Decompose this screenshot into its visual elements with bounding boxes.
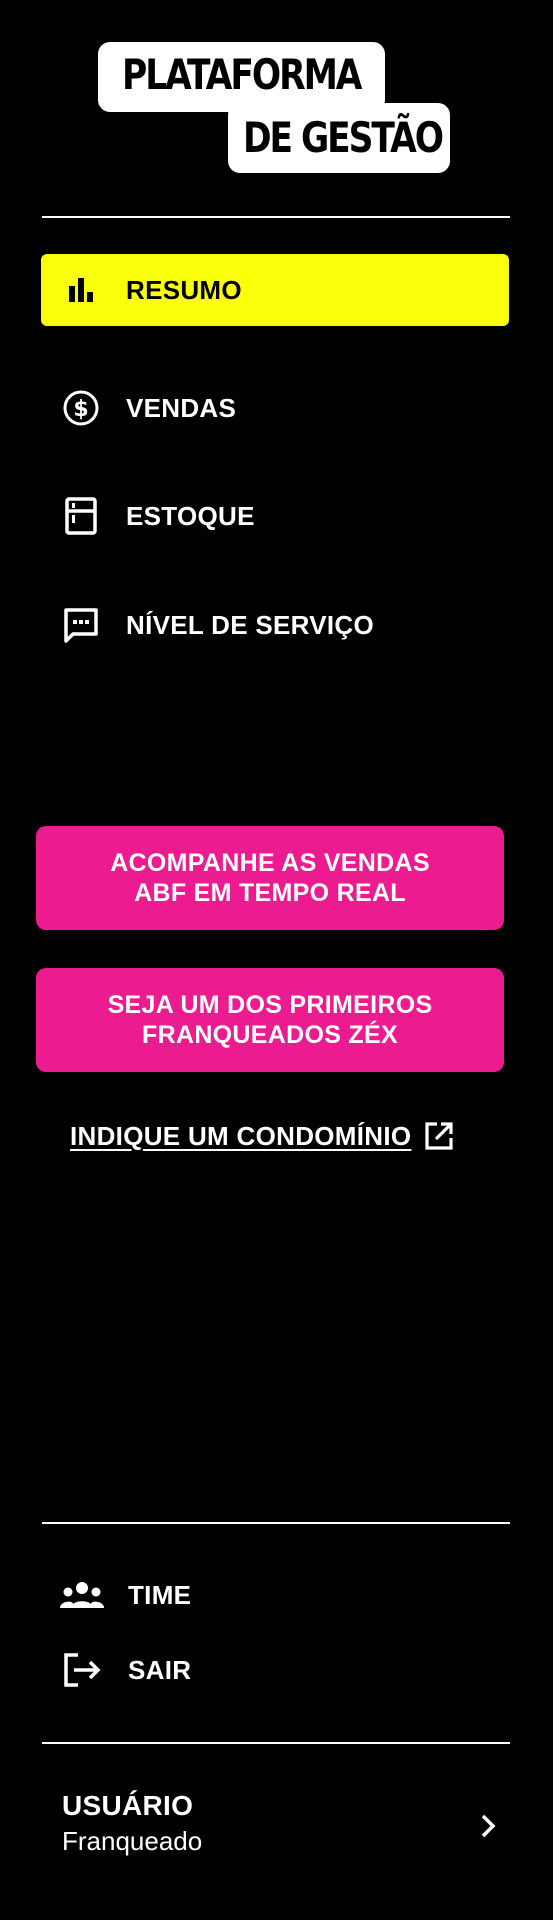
chevron-right-icon (474, 1812, 502, 1840)
cta-zex-line-1: SEJA UM DOS PRIMEIROS (107, 991, 433, 1019)
group-icon (58, 1575, 106, 1615)
divider-bottom (42, 1522, 510, 1524)
bar-chart-icon (61, 270, 101, 310)
user-type: Franqueado (62, 1826, 203, 1856)
divider-top (42, 216, 510, 218)
nav-item-label: NÍVEL DE SERVIÇO (126, 609, 375, 640)
logo-line-2: DE GESTÃO (243, 113, 444, 162)
dollar-circle-icon: $ (61, 388, 101, 428)
nav-item-nivel-servico[interactable]: NÍVEL DE SERVIÇO (41, 589, 509, 661)
indique-condominio-link[interactable]: INDIQUE UM CONDOMÍNIO (70, 1115, 490, 1157)
chat-dots-icon (61, 605, 101, 645)
user-profile[interactable]: USUÁRIO Franqueado (62, 1790, 502, 1860)
svg-text:$: $ (73, 397, 88, 422)
logo-line-1: PLATAFORMA (122, 50, 362, 99)
nav-item-label: TIME (128, 1579, 192, 1610)
cta-zex-button[interactable]: SEJA UM DOS PRIMEIROS FRANQUEADOS ZÉX (36, 968, 504, 1072)
brand-logo: PLATAFORMA DE GESTÃO (0, 0, 553, 200)
nav-item-vendas[interactable]: $ VENDAS (41, 372, 509, 444)
external-link-icon (423, 1120, 455, 1152)
logout-button[interactable]: SAIR (58, 1645, 358, 1695)
nav-item-label: VENDAS (126, 392, 237, 423)
cta-abf-line-2: ABF EM TEMPO REAL (134, 879, 406, 907)
nav-item-resumo[interactable]: RESUMO (41, 254, 509, 326)
nav-item-estoque[interactable]: ESTOQUE (41, 480, 509, 552)
cta-abf-button[interactable]: ACOMPANHE AS VENDAS ABF EM TEMPO REAL (36, 826, 504, 930)
indique-condominio-label: INDIQUE UM CONDOMÍNIO (70, 1120, 412, 1151)
logout-icon (58, 1650, 106, 1690)
fridge-icon (61, 496, 101, 536)
cta-zex-line-2: FRANQUEADOS ZÉX (142, 1021, 398, 1049)
cta-abf-line-1: ACOMPANHE AS VENDAS (110, 849, 430, 877)
user-role: USUÁRIO (62, 1790, 194, 1821)
logout-label: SAIR (128, 1654, 192, 1685)
nav-item-label: RESUMO (126, 274, 242, 305)
nav-item-time[interactable]: TIME (58, 1570, 358, 1620)
divider-user (42, 1742, 510, 1744)
nav-item-label: ESTOQUE (126, 500, 255, 531)
